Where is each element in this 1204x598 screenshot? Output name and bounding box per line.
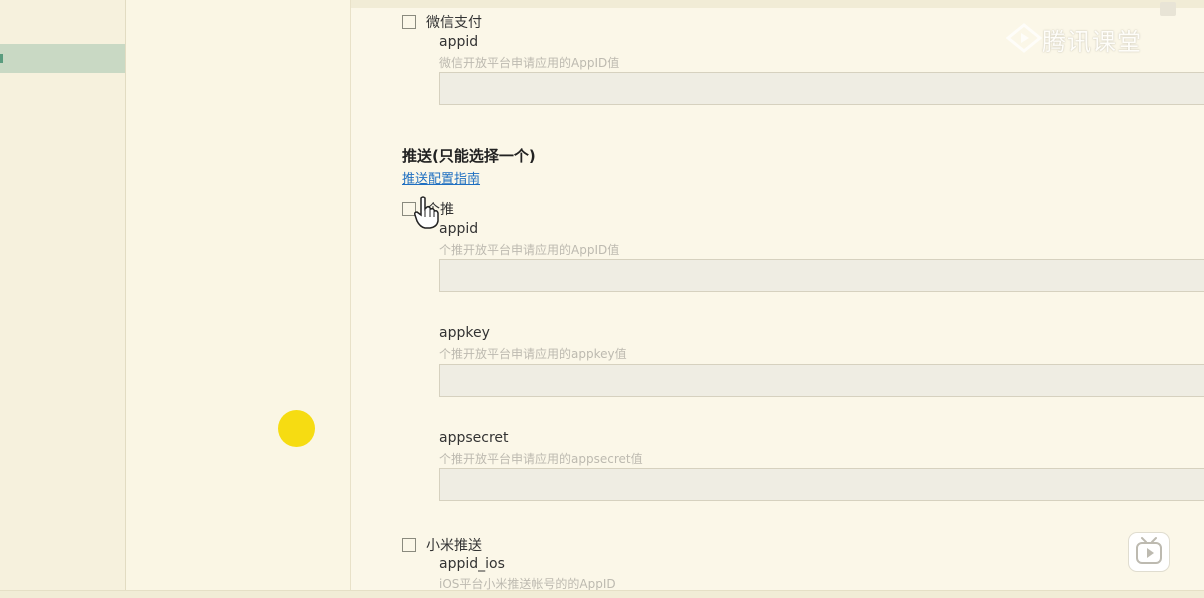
- xiaomi-appid-ios-hint: iOS平台小米推送帐号的的AppID: [439, 577, 616, 590]
- hand-cursor-icon: [413, 195, 441, 233]
- wechat-appid-label: appid: [439, 34, 479, 50]
- wechat-pay-checkbox[interactable]: [402, 15, 416, 29]
- nav-active-indicator: [0, 54, 3, 63]
- wechat-pay-option[interactable]: 微信支付: [402, 12, 482, 32]
- play-diamond-icon: [1005, 22, 1043, 57]
- wechat-appid-hint: 微信开放平台申请应用的AppID值: [439, 56, 620, 70]
- getui-appsecret-hint: 个推开放平台申请应用的appsecret值: [439, 452, 643, 466]
- getui-appid-label: appid: [439, 221, 479, 237]
- getui-appsecret-input[interactable]: [439, 468, 1204, 501]
- left-nav-panel: [0, 0, 126, 597]
- getui-appid-input[interactable]: [439, 259, 1204, 292]
- video-play-button[interactable]: [1128, 532, 1170, 572]
- settings-content: 微信支付 appid 微信开放平台申请应用的AppID值 推送(只能选择一个) …: [351, 0, 1204, 590]
- push-guide-link[interactable]: 推送配置指南: [402, 168, 480, 187]
- wechat-appid-input[interactable]: [439, 72, 1204, 105]
- xiaomi-push-option[interactable]: 小米推送: [402, 535, 482, 555]
- getui-appkey-input[interactable]: [439, 364, 1204, 397]
- getui-appsecret-label: appsecret: [439, 430, 509, 446]
- brand-text: 腾讯课堂: [1042, 28, 1142, 56]
- getui-appkey-label: appkey: [439, 325, 490, 341]
- play-icon: [1136, 537, 1162, 564]
- secondary-panel: [126, 0, 351, 597]
- wechat-pay-label: 微信支付: [426, 15, 482, 31]
- help-icon[interactable]: [1160, 2, 1176, 16]
- brand-watermark: 腾讯课堂: [1005, 22, 1142, 57]
- nav-item-active[interactable]: [0, 44, 125, 73]
- xiaomi-push-label: 小米推送: [426, 538, 482, 554]
- click-highlight-dot: [278, 410, 315, 447]
- getui-appid-hint: 个推开放平台申请应用的AppID值: [439, 243, 620, 257]
- xiaomi-push-checkbox[interactable]: [402, 538, 416, 552]
- push-section-title: 推送(只能选择一个): [402, 147, 536, 165]
- xiaomi-appid-ios-label: appid_ios: [439, 556, 505, 572]
- getui-appkey-hint: 个推开放平台申请应用的appkey值: [439, 347, 627, 361]
